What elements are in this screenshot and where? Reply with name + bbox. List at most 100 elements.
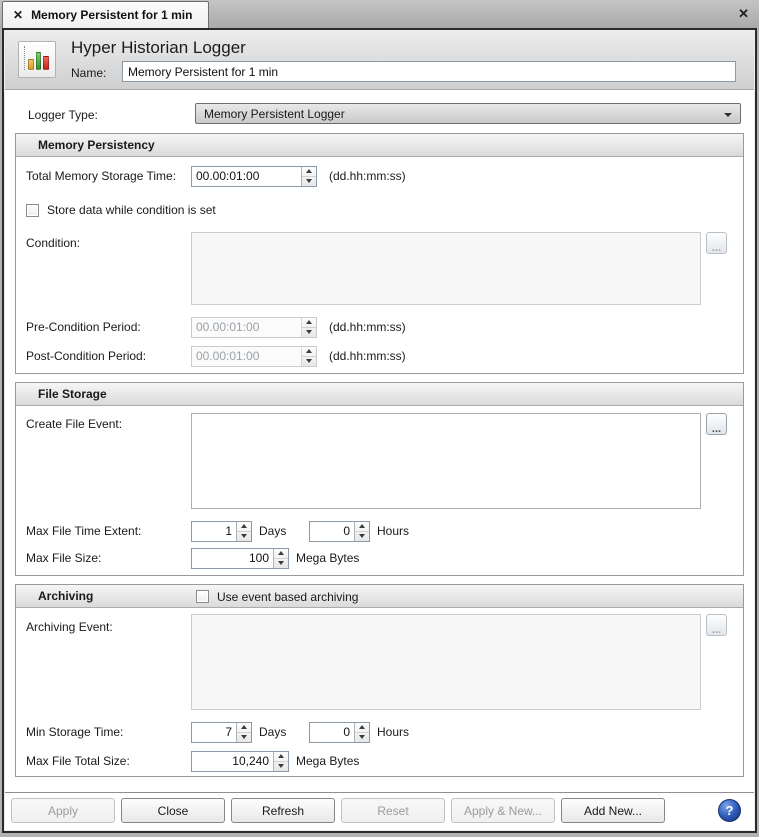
pre-condition-label: Pre-Condition Period: <box>26 320 191 334</box>
spinner-down-icon[interactable] <box>355 532 369 541</box>
total-memory-storage-row: Total Memory Storage Time: (dd.hh:mm:ss) <box>26 165 733 187</box>
condition-textarea <box>191 232 701 305</box>
size-spinner[interactable] <box>273 549 288 568</box>
tab-memory-persistent[interactable]: ✕ Memory Persistent for 1 min <box>2 1 209 28</box>
max-file-total-size-input[interactable] <box>192 752 273 771</box>
spinner-down-icon[interactable] <box>274 559 288 568</box>
spinner-down-icon[interactable] <box>355 733 369 742</box>
red-bar <box>43 56 49 70</box>
pre-condition-spinner <box>301 318 316 337</box>
pre-condition-input <box>192 318 301 337</box>
time-format-hint: (dd.hh:mm:ss) <box>329 349 406 363</box>
green-bar <box>36 52 42 70</box>
archiving-event-row: Archiving Event: ... <box>26 614 733 710</box>
max-file-size-field[interactable] <box>191 548 289 569</box>
hours-spinner[interactable] <box>354 522 369 541</box>
use-event-archiving-checkbox[interactable] <box>196 590 209 603</box>
logger-config-dialog: Hyper Historian Logger Name: Logger Type… <box>2 28 757 833</box>
archiving-header: Archiving Use event based archiving <box>16 585 743 608</box>
spinner-down-icon[interactable] <box>237 733 251 742</box>
post-condition-label: Post-Condition Period: <box>26 349 191 363</box>
max-file-time-label: Max File Time Extent: <box>26 524 191 538</box>
hyper-historian-logger-window: { "tab": { "title": "Memory Persistent f… <box>0 0 759 837</box>
bar-chart-icon <box>18 41 56 78</box>
memory-persistency-title: Memory Persistency <box>16 138 155 152</box>
archiving-event-browse-button: ... <box>706 614 727 636</box>
hours-spinner[interactable] <box>354 723 369 742</box>
total-memory-storage-input[interactable] <box>192 167 301 186</box>
spinner-up-icon[interactable] <box>302 167 316 177</box>
max-file-time-row: Max File Time Extent: Days Hours <box>26 520 733 542</box>
spinner-up-icon[interactable] <box>274 752 288 762</box>
days-unit-label: Days <box>259 524 292 538</box>
max-file-time-days-field[interactable] <box>191 521 252 542</box>
tab-title: Memory Persistent for 1 min <box>31 8 192 22</box>
max-file-time-hours-field[interactable] <box>309 521 370 542</box>
chevron-down-icon <box>724 113 732 117</box>
time-format-hint: (dd.hh:mm:ss) <box>329 169 406 183</box>
refresh-button[interactable]: Refresh <box>231 798 335 823</box>
min-storage-hours-field[interactable] <box>309 722 370 743</box>
post-condition-spinner <box>301 347 316 366</box>
dialog-title: Hyper Historian Logger <box>71 38 246 58</box>
spinner-down-icon[interactable] <box>302 177 316 186</box>
min-storage-days-input[interactable] <box>192 723 236 742</box>
spinner-up-icon[interactable] <box>274 549 288 559</box>
max-file-size-row: Max File Size: Mega Bytes <box>26 547 733 569</box>
file-storage-group: File Storage Create File Event: ... Max … <box>15 382 744 576</box>
max-file-time-days-input[interactable] <box>192 522 236 541</box>
close-button[interactable]: Close <box>121 798 225 823</box>
spinner-up-icon[interactable] <box>355 522 369 532</box>
pre-condition-row: Pre-Condition Period: (dd.hh:mm:ss) <box>26 316 733 338</box>
post-condition-row: Post-Condition Period: (dd.hh:mm:ss) <box>26 345 733 367</box>
tab-strip: ✕ Memory Persistent for 1 min ✕ <box>0 0 759 28</box>
create-file-event-label: Create File Event: <box>26 413 191 431</box>
spinner-down-icon <box>302 357 316 366</box>
use-event-archiving-label: Use event based archiving <box>217 590 358 604</box>
post-condition-input <box>192 347 301 366</box>
create-file-event-browse-button[interactable]: ... <box>706 413 727 435</box>
spinner-down-icon[interactable] <box>274 762 288 771</box>
mega-bytes-unit-label: Mega Bytes <box>296 551 359 565</box>
store-condition-checkbox[interactable] <box>26 204 39 217</box>
min-storage-time-label: Min Storage Time: <box>26 725 191 739</box>
store-condition-row: Store data while condition is set <box>26 199 733 221</box>
create-file-event-textarea[interactable] <box>191 413 701 509</box>
spinner-up-icon[interactable] <box>237 522 251 532</box>
apply-and-new-button: Apply & New... <box>451 798 555 823</box>
spinner-up-icon[interactable] <box>355 723 369 733</box>
name-input[interactable] <box>122 61 736 82</box>
min-storage-days-field[interactable] <box>191 722 252 743</box>
use-event-archiving-row: Use event based archiving <box>196 585 358 608</box>
logger-type-dropdown[interactable]: Memory Persistent Logger <box>195 103 741 124</box>
spinner-down-icon <box>302 328 316 337</box>
name-label: Name: <box>71 66 106 80</box>
store-condition-label: Store data while condition is set <box>47 203 216 217</box>
total-memory-storage-spinner[interactable] <box>301 167 316 186</box>
apply-button: Apply <box>11 798 115 823</box>
max-file-total-size-row: Max File Total Size: Mega Bytes <box>26 750 733 772</box>
spinner-up-icon <box>302 347 316 357</box>
reset-button: Reset <box>341 798 445 823</box>
size-spinner[interactable] <box>273 752 288 771</box>
spinner-up-icon <box>302 318 316 328</box>
chart-axis <box>24 46 25 70</box>
spinner-down-icon[interactable] <box>237 532 251 541</box>
max-file-time-hours-input[interactable] <box>310 522 354 541</box>
tab-close-icon[interactable]: ✕ <box>13 8 23 22</box>
file-storage-title: File Storage <box>16 387 107 401</box>
max-file-size-input[interactable] <box>192 549 273 568</box>
archiving-title: Archiving <box>16 589 93 603</box>
min-storage-hours-input[interactable] <box>310 723 354 742</box>
days-spinner[interactable] <box>236 522 251 541</box>
mega-bytes-unit-label: Mega Bytes <box>296 754 359 768</box>
days-spinner[interactable] <box>236 723 251 742</box>
condition-label: Condition: <box>26 232 191 250</box>
archiving-group: Archiving Use event based archiving Arch… <box>15 584 744 777</box>
help-icon[interactable]: ? <box>718 799 741 822</box>
add-new-button[interactable]: Add New... <box>561 798 665 823</box>
total-memory-storage-field[interactable] <box>191 166 317 187</box>
pane-close-icon[interactable]: ✕ <box>738 6 749 22</box>
spinner-up-icon[interactable] <box>237 723 251 733</box>
max-file-total-size-field[interactable] <box>191 751 289 772</box>
